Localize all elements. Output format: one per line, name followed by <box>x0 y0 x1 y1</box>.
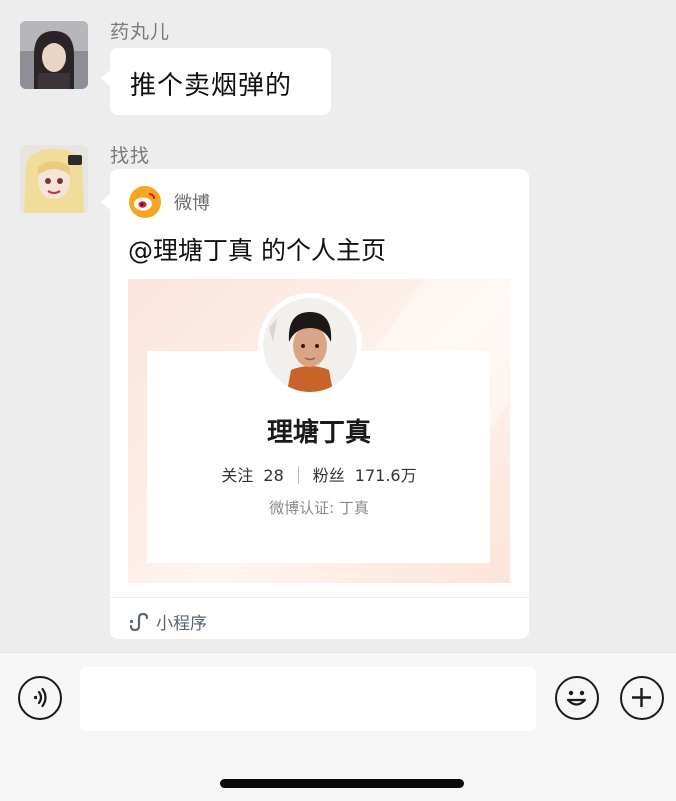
weibo-logo-icon <box>129 186 161 218</box>
mini-program-label: 小程序 <box>156 614 207 634</box>
voice-button[interactable] <box>18 676 62 720</box>
plus-icon <box>632 688 651 707</box>
profile-photo <box>263 298 357 392</box>
mini-program-card[interactable]: 微博 @理塘丁真 的个人主页 理塘丁真 关注 28 粉丝 171.6万 微博认证… <box>110 169 529 639</box>
following-label: 关注 <box>221 466 254 485</box>
card-divider <box>110 597 529 598</box>
bubble-tail-2 <box>101 194 110 210</box>
bubble-tail-1 <box>101 70 110 86</box>
emoji-button[interactable] <box>555 676 599 720</box>
input-bar <box>0 652 676 801</box>
profile-stats: 关注 28 粉丝 171.6万 <box>128 462 510 486</box>
card-source: 微博 <box>128 185 210 219</box>
card-footer: 小程序 <box>128 609 207 634</box>
profile-avatar <box>263 298 357 392</box>
card-title: @理塘丁真 的个人主页 <box>128 236 386 265</box>
stats-separator <box>297 466 299 484</box>
anime-girl-avatar <box>20 145 88 213</box>
verified-text: 微博认证: 丁真 <box>269 499 369 517</box>
home-indicator <box>220 779 464 788</box>
woman-portrait-avatar <box>20 21 88 89</box>
following-count: 28 <box>263 466 284 485</box>
sender-avatar-1[interactable] <box>20 21 88 89</box>
sender-name-2: 找找 <box>110 145 151 167</box>
sender-name-1: 药丸儿 <box>110 21 171 43</box>
mini-program-icon <box>129 612 148 631</box>
chat-area: 药丸儿 推个卖烟弹的 找找 微博 @理塘丁真 的个人主页 理塘丁真 关注 28 … <box>0 0 676 652</box>
followers-label: 粉丝 <box>312 466 345 485</box>
profile-name: 理塘丁真 <box>266 418 371 448</box>
message-text-1: 推个卖烟弹的 <box>130 71 293 101</box>
emoji-icon <box>566 690 587 706</box>
voice-icon <box>33 687 47 708</box>
sender-avatar-2[interactable] <box>20 145 88 213</box>
message-bubble-1[interactable]: 推个卖烟弹的 <box>110 48 331 115</box>
followers-count: 171.6万 <box>354 466 417 485</box>
add-button[interactable] <box>620 676 664 720</box>
message-input[interactable] <box>80 667 536 731</box>
profile-preview: 理塘丁真 关注 28 粉丝 171.6万 微博认证: 丁真 <box>128 279 510 583</box>
card-source-name: 微博 <box>174 193 210 214</box>
